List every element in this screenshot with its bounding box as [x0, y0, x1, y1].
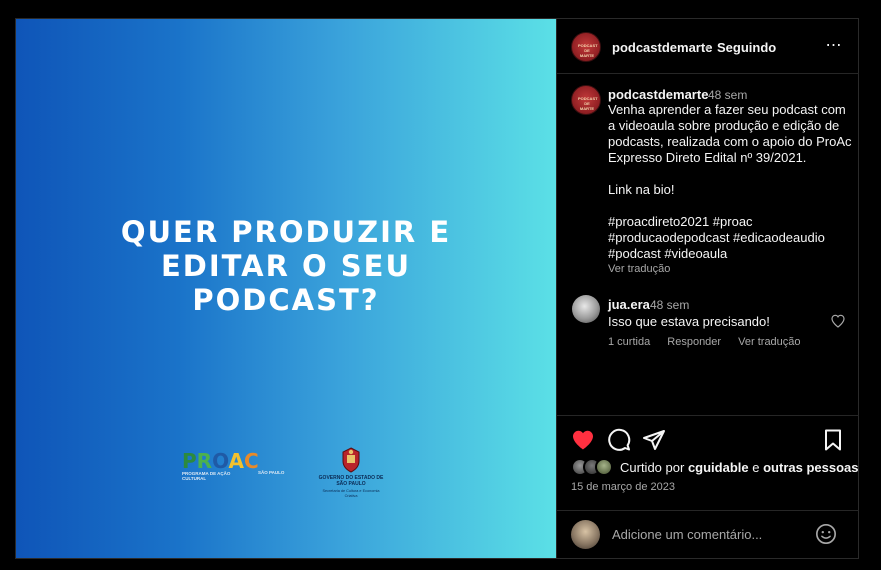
comment-heart-icon[interactable]: [830, 313, 846, 329]
proac-logo: PROAC PROGRAMA DE AÇÃO CULTURAL SÃO PAUL…: [182, 449, 292, 489]
liked-prefix: Curtido por: [620, 460, 685, 475]
post-headline: QUER PRODUZIR E EDITAR O SEU PODCAST?: [16, 215, 556, 317]
caption-avatar-label: PODCAST DE MARTE: [578, 96, 598, 111]
proac-region: SÃO PAULO: [258, 470, 285, 475]
comment-reply-button[interactable]: Responder: [667, 336, 721, 348]
comment-bubble-icon[interactable]: [607, 428, 631, 452]
like-heart-icon[interactable]: [571, 428, 595, 452]
follow-status-button[interactable]: Seguindo: [717, 40, 776, 55]
liked-others-link[interactable]: outras pessoas: [763, 460, 858, 475]
comment-translate-link[interactable]: Ver tradução: [738, 336, 800, 348]
comment-timestamp[interactable]: 48 sem: [650, 298, 689, 312]
comment-actions: 1 curtida Responder Ver tradução: [608, 336, 815, 348]
headline-line-1: QUER PRODUZIR E: [120, 215, 452, 249]
header-separator: •: [705, 40, 710, 55]
avatar-label: PODCAST DE MARTE: [578, 43, 598, 58]
government-title: GOVERNO DO ESTADO DE SÃO PAULO: [318, 475, 384, 487]
comment-username[interactable]: jua.era: [608, 297, 650, 312]
author-avatar[interactable]: PODCAST DE MARTE: [571, 32, 601, 62]
proac-wordmark: PROAC: [182, 449, 259, 473]
comment-text: Isso que estava precisando!: [608, 314, 770, 329]
liked-connector: e: [752, 460, 760, 475]
liked-by-avatars[interactable]: [571, 458, 619, 476]
add-comment-bar: [557, 510, 859, 558]
author-username[interactable]: podcastdemarte: [612, 40, 712, 55]
comment-likes-count[interactable]: 1 curtida: [608, 336, 650, 348]
headline-line-2: EDITAR O SEU: [160, 249, 412, 283]
liker-avatar: [595, 458, 613, 476]
comments-section: PODCAST DE MARTE podcastdemarte 48 sem V…: [557, 75, 859, 415]
more-options-icon[interactable]: ⋯: [823, 35, 845, 57]
post-modal: QUER PRODUZIR E EDITAR O SEU PODCAST? PR…: [15, 18, 859, 559]
caption-timestamp[interactable]: 48 sem: [708, 88, 747, 102]
commenter-avatar[interactable]: [572, 295, 600, 323]
government-subtitle: Secretaria de Cultura e Economia Criativ…: [322, 489, 380, 498]
post-sidebar: PODCAST DE MARTE podcastdemarte • Seguin…: [556, 19, 859, 558]
share-send-icon[interactable]: [642, 428, 666, 452]
caption-text: Venha aprender a fazer seu podcast com a…: [608, 102, 852, 261]
post-actions-bar: Curtido por cguidable e outras pessoas 1…: [557, 415, 859, 510]
liked-user-link[interactable]: cguidable: [688, 460, 749, 475]
proac-subtitle: PROGRAMA DE AÇÃO CULTURAL: [182, 471, 231, 481]
post-header: PODCAST DE MARTE podcastdemarte • Seguin…: [557, 19, 859, 74]
post-image[interactable]: QUER PRODUZIR E EDITAR O SEU PODCAST? PR…: [16, 19, 556, 558]
post-date[interactable]: 15 de março de 2023: [571, 481, 675, 493]
coat-of-arms-icon: [342, 447, 360, 473]
government-logo: GOVERNO DO ESTADO DE SÃO PAULO Secretari…: [316, 447, 386, 507]
liked-by-text: Curtido por cguidable e outras pessoas: [620, 460, 858, 475]
emoji-icon[interactable]: [815, 523, 837, 545]
comment-input[interactable]: [612, 524, 812, 544]
current-user-avatar: [571, 520, 600, 549]
headline-line-3: PODCAST?: [192, 283, 380, 317]
caption-avatar[interactable]: PODCAST DE MARTE: [571, 85, 601, 115]
caption-username[interactable]: podcastdemarte: [608, 87, 708, 102]
save-bookmark-icon[interactable]: [821, 428, 845, 452]
caption-translate-link[interactable]: Ver tradução: [608, 263, 670, 275]
